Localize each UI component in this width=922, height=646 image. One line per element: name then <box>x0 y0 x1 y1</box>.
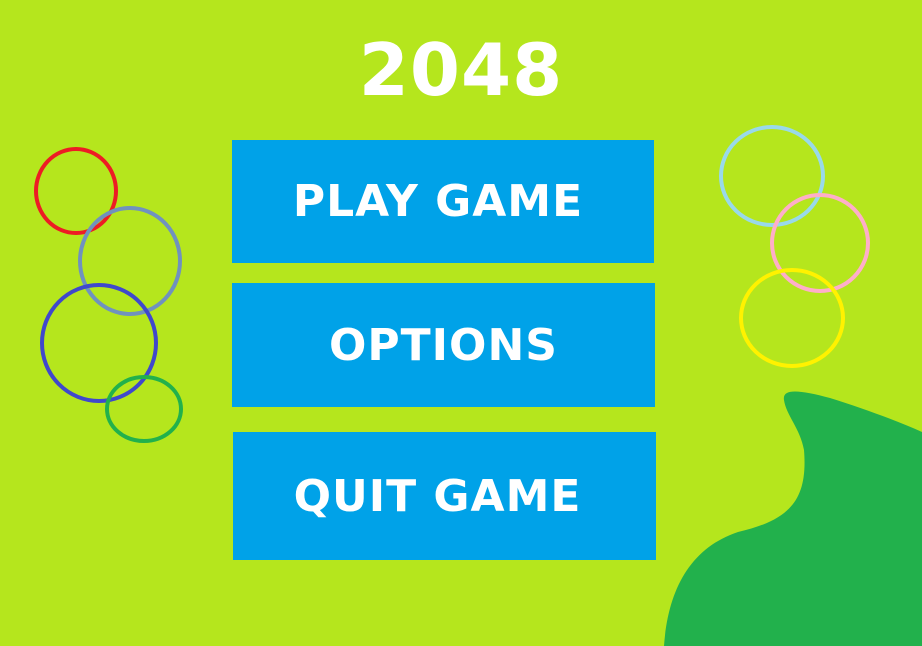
green-ring-decoration <box>105 375 183 443</box>
main-menu-screen: 2048 PLAY GAME OPTIONS QUIT GAME <box>0 0 922 646</box>
quit-game-button[interactable]: QUIT GAME <box>233 432 656 560</box>
green-blob-decoration <box>664 391 922 646</box>
play-game-label: PLAY GAME <box>292 176 584 227</box>
red-ring-decoration <box>34 147 118 235</box>
game-title: 2048 <box>358 28 564 112</box>
play-game-button[interactable]: PLAY GAME <box>232 140 654 263</box>
options-button[interactable]: OPTIONS <box>232 283 655 407</box>
quit-game-label: QUIT GAME <box>293 470 582 522</box>
light-blue-ring-decoration <box>719 125 825 227</box>
options-label: OPTIONS <box>329 319 558 371</box>
slate-ring-decoration <box>78 206 182 316</box>
